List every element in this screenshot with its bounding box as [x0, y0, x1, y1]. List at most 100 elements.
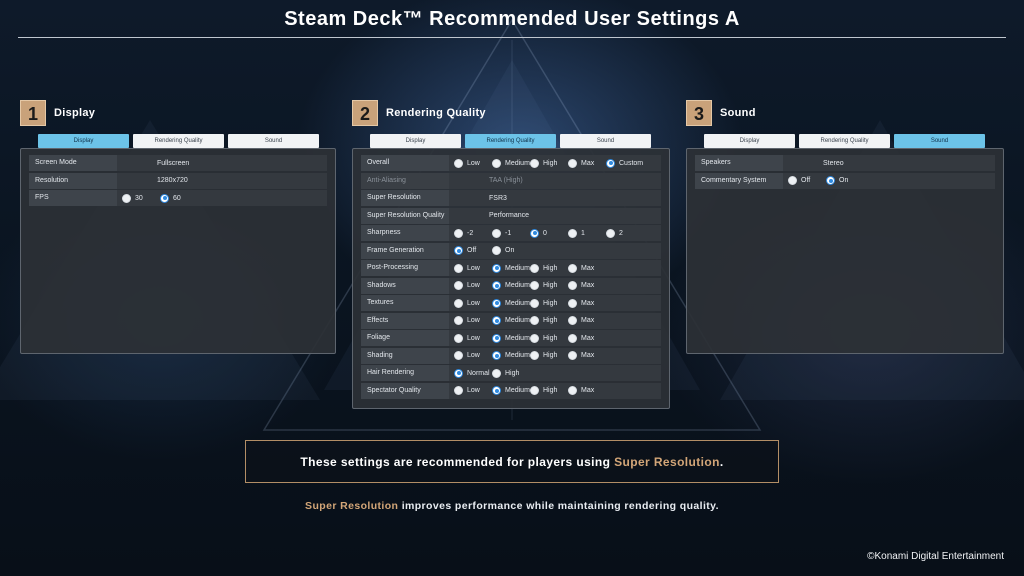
radio-option[interactable]: High: [530, 281, 568, 290]
radio-button[interactable]: [530, 386, 539, 395]
radio-button-selected[interactable]: [160, 193, 169, 203]
radio-button[interactable]: [492, 228, 501, 238]
radio-button[interactable]: [568, 298, 577, 308]
radio-button[interactable]: [454, 316, 463, 325]
radio-option[interactable]: Medium: [492, 316, 530, 325]
radio-option[interactable]: 0: [530, 228, 568, 238]
radio-button[interactable]: [568, 263, 577, 273]
radio-option[interactable]: 1: [568, 228, 606, 238]
radio-button[interactable]: [530, 263, 539, 273]
radio-button-selected[interactable]: [454, 246, 463, 255]
radio-option[interactable]: -2: [454, 228, 492, 238]
radio-option[interactable]: 60: [160, 193, 181, 203]
radio-option[interactable]: On: [826, 176, 848, 185]
radio-option[interactable]: High: [530, 351, 568, 360]
radio-button-selected[interactable]: [826, 176, 835, 185]
radio-option[interactable]: Medium: [492, 281, 530, 290]
radio-button-selected[interactable]: [492, 386, 501, 395]
radio-option[interactable]: Medium: [492, 333, 530, 343]
radio-button-selected[interactable]: [492, 316, 501, 325]
radio-button-selected[interactable]: [492, 351, 501, 360]
radio-option[interactable]: Medium: [492, 386, 530, 395]
radio-option[interactable]: Low: [454, 158, 492, 168]
radio-option[interactable]: Max: [568, 386, 606, 395]
radio-option[interactable]: Low: [454, 351, 492, 360]
radio-button[interactable]: [568, 158, 577, 168]
radio-button[interactable]: [530, 333, 539, 343]
radio-option[interactable]: Off: [788, 176, 826, 185]
radio-option[interactable]: 2: [606, 228, 644, 238]
radio-button[interactable]: [122, 193, 131, 203]
radio-option[interactable]: High: [530, 333, 568, 343]
radio-option[interactable]: Low: [454, 298, 492, 308]
radio-button[interactable]: [568, 281, 577, 290]
radio-button-selected[interactable]: [492, 263, 501, 273]
radio-option[interactable]: Low: [454, 333, 492, 343]
radio-option[interactable]: Max: [568, 298, 606, 308]
tab-sound[interactable]: Sound: [560, 134, 651, 148]
radio-option[interactable]: Max: [568, 351, 606, 360]
radio-option[interactable]: Normal: [454, 368, 492, 378]
radio-button-selected[interactable]: [606, 158, 615, 168]
tab-display[interactable]: Display: [38, 134, 129, 148]
tab-rendering-quality[interactable]: Rendering Quality: [465, 134, 556, 148]
tab-display[interactable]: Display: [370, 134, 461, 148]
radio-option[interactable]: High: [530, 298, 568, 308]
tab-display[interactable]: Display: [704, 134, 795, 148]
radio-option[interactable]: High: [530, 263, 568, 273]
radio-option[interactable]: Max: [568, 281, 606, 290]
setting-row-screen-mode[interactable]: Screen Mode Fullscreen: [29, 155, 327, 171]
radio-button[interactable]: [530, 158, 539, 168]
radio-option[interactable]: 30: [122, 193, 160, 203]
radio-option[interactable]: Custom: [606, 158, 644, 168]
radio-option[interactable]: Medium: [492, 263, 530, 273]
radio-option[interactable]: Max: [568, 263, 606, 273]
radio-option[interactable]: High: [530, 316, 568, 325]
setting-row-super-resolution-quality[interactable]: Super Resolution Quality Performance: [361, 207, 661, 224]
radio-option[interactable]: Medium: [492, 351, 530, 360]
radio-option[interactable]: On: [492, 246, 530, 255]
radio-button-selected[interactable]: [492, 281, 501, 290]
radio-option[interactable]: Max: [568, 316, 606, 325]
tab-rendering-quality[interactable]: Rendering Quality: [799, 134, 890, 148]
radio-button-selected[interactable]: [530, 228, 539, 238]
radio-button[interactable]: [568, 386, 577, 395]
radio-option[interactable]: Max: [568, 158, 606, 168]
radio-button[interactable]: [568, 316, 577, 325]
radio-button[interactable]: [492, 246, 501, 255]
radio-button[interactable]: [788, 176, 797, 185]
radio-button[interactable]: [568, 228, 577, 238]
setting-row-super-resolution[interactable]: Super Resolution FSR3: [361, 190, 661, 206]
radio-button[interactable]: [568, 333, 577, 343]
tab-rendering-quality[interactable]: Rendering Quality: [133, 134, 224, 148]
radio-button[interactable]: [568, 351, 577, 360]
radio-option[interactable]: Low: [454, 316, 492, 325]
radio-button[interactable]: [492, 368, 501, 378]
radio-option[interactable]: Medium: [492, 298, 530, 308]
setting-row-resolution[interactable]: Resolution 1280x720: [29, 172, 327, 189]
radio-option[interactable]: High: [530, 158, 568, 168]
radio-option[interactable]: Medium: [492, 158, 530, 168]
radio-button[interactable]: [454, 281, 463, 290]
radio-option[interactable]: Max: [568, 333, 606, 343]
radio-button[interactable]: [530, 298, 539, 308]
tab-sound[interactable]: Sound: [228, 134, 319, 148]
radio-button[interactable]: [454, 386, 463, 395]
radio-option[interactable]: Low: [454, 263, 492, 273]
setting-row-speakers[interactable]: Speakers Stereo: [695, 155, 995, 171]
radio-option[interactable]: Low: [454, 386, 492, 395]
radio-button-selected[interactable]: [492, 333, 501, 343]
radio-button-selected[interactable]: [492, 298, 501, 308]
radio-button[interactable]: [530, 351, 539, 360]
radio-button[interactable]: [530, 316, 539, 325]
radio-button[interactable]: [454, 263, 463, 273]
radio-button[interactable]: [454, 351, 463, 360]
radio-option[interactable]: High: [492, 368, 530, 378]
radio-button[interactable]: [530, 281, 539, 290]
radio-button[interactable]: [606, 228, 615, 238]
radio-button[interactable]: [454, 228, 463, 238]
radio-button[interactable]: [454, 333, 463, 343]
radio-button[interactable]: [454, 298, 463, 308]
radio-option[interactable]: Low: [454, 281, 492, 290]
radio-option[interactable]: -1: [492, 228, 530, 238]
